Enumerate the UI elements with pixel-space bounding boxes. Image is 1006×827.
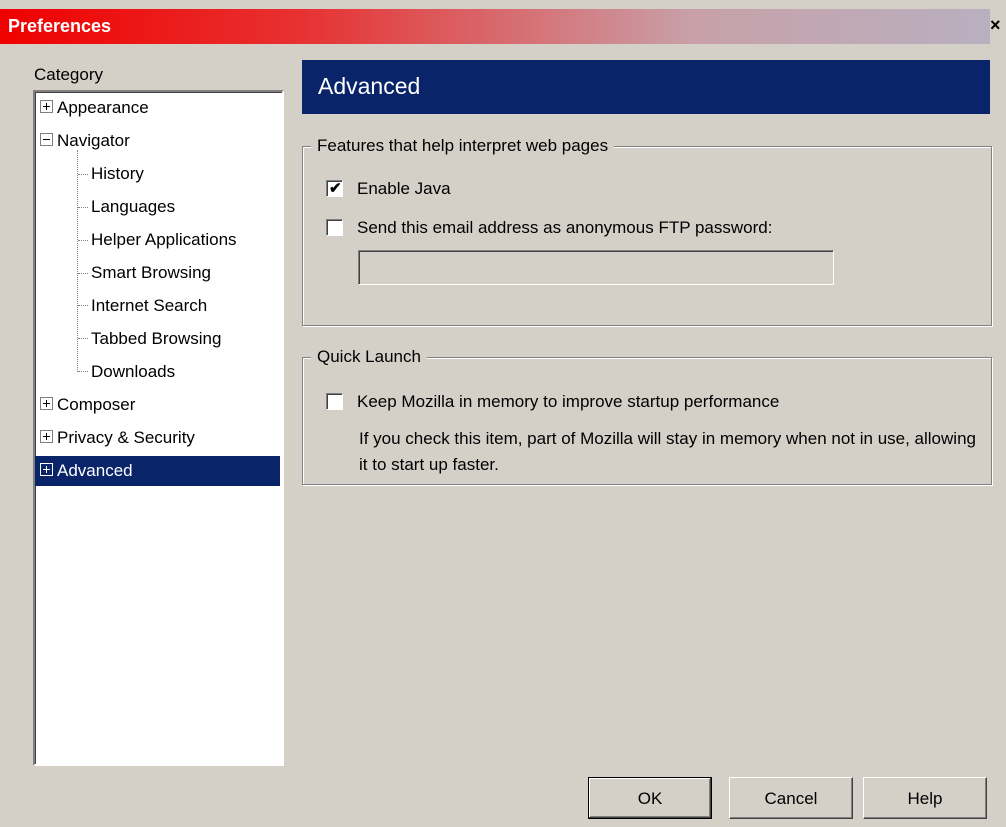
sidebar-item-tabbed-browsing[interactable]: Tabbed Browsing	[91, 327, 221, 351]
quick-launch-group-legend: Quick Launch	[311, 347, 427, 367]
help-button[interactable]: Help	[863, 777, 987, 819]
sidebar-item-navigator[interactable]: Navigator	[40, 129, 130, 153]
tree-connector-tick	[78, 305, 88, 306]
category-tree[interactable]: Appearance Navigator History Languages H…	[33, 90, 284, 766]
sidebar-item-advanced[interactable]: Advanced	[35, 456, 280, 486]
sidebar-item-label: Navigator	[57, 131, 130, 150]
sidebar-item-label: Languages	[91, 197, 176, 216]
send-email-label[interactable]: Send this email address as anonymous FTP…	[357, 218, 772, 238]
sidebar-item-label: Smart Browsing	[91, 263, 211, 282]
window-title: Preferences	[8, 16, 112, 36]
tree-connector-tick	[78, 240, 88, 241]
sidebar-item-appearance[interactable]: Appearance	[40, 96, 149, 120]
expand-plus-icon[interactable]	[40, 430, 53, 444]
ftp-email-field[interactable]	[358, 250, 834, 285]
keep-mozilla-label[interactable]: Keep Mozilla in memory to improve startu…	[357, 392, 779, 412]
tree-connector-tick	[78, 273, 88, 274]
sidebar-item-label: Helper Applications	[91, 230, 237, 249]
features-group-legend: Features that help interpret web pages	[311, 136, 615, 156]
tree-connector-tick	[78, 207, 88, 208]
collapse-minus-icon[interactable]	[40, 133, 53, 147]
sidebar-item-label: Tabbed Browsing	[91, 329, 222, 348]
sidebar-item-languages[interactable]: Languages	[91, 195, 175, 219]
title-bar: Preferences ×	[0, 0, 1006, 46]
keep-mozilla-checkbox[interactable]	[326, 393, 343, 410]
enable-java-checkbox[interactable]: ✔	[326, 180, 343, 197]
panel-header: Advanced	[302, 60, 990, 114]
sidebar-item-label: History	[91, 164, 144, 183]
close-icon[interactable]: ×	[990, 11, 1006, 39]
tree-connector-tick	[78, 371, 88, 372]
expand-plus-icon[interactable]	[40, 397, 53, 411]
sidebar-item-label: Appearance	[57, 98, 149, 117]
sidebar-item-label: Internet Search	[91, 296, 208, 315]
cancel-button[interactable]: Cancel	[729, 777, 853, 819]
tree-connector-tick	[78, 174, 88, 175]
checkmark-icon: ✔	[329, 180, 342, 197]
expand-plus-icon[interactable]	[40, 463, 53, 477]
sidebar-item-downloads[interactable]: Downloads	[91, 360, 175, 384]
sidebar-item-label: Advanced	[57, 461, 133, 480]
send-email-checkbox[interactable]	[326, 219, 343, 236]
sidebar-item-helper-applications[interactable]: Helper Applications	[91, 228, 237, 252]
category-label: Category	[34, 65, 103, 84]
expand-plus-icon[interactable]	[40, 100, 53, 114]
quick-launch-description: If you check this item, part of Mozilla …	[359, 429, 976, 474]
sidebar-item-label: Composer	[57, 395, 136, 414]
tree-connector-tick	[78, 338, 88, 339]
sidebar-item-label: Downloads	[91, 362, 176, 381]
ok-button[interactable]: OK	[588, 777, 712, 819]
ftp-email-input[interactable]	[359, 251, 833, 284]
sidebar-item-internet-search[interactable]: Internet Search	[91, 294, 207, 318]
sidebar-item-composer[interactable]: Composer	[40, 393, 135, 417]
panel-title: Advanced	[318, 73, 421, 99]
enable-java-label[interactable]: Enable Java	[357, 179, 451, 199]
sidebar-item-privacy-security[interactable]: Privacy & Security	[40, 426, 195, 450]
sidebar-item-history[interactable]: History	[91, 162, 144, 186]
sidebar-item-label: Privacy & Security	[57, 428, 195, 447]
sidebar-item-smart-browsing[interactable]: Smart Browsing	[91, 261, 211, 285]
title-bar-gradient	[0, 9, 990, 44]
